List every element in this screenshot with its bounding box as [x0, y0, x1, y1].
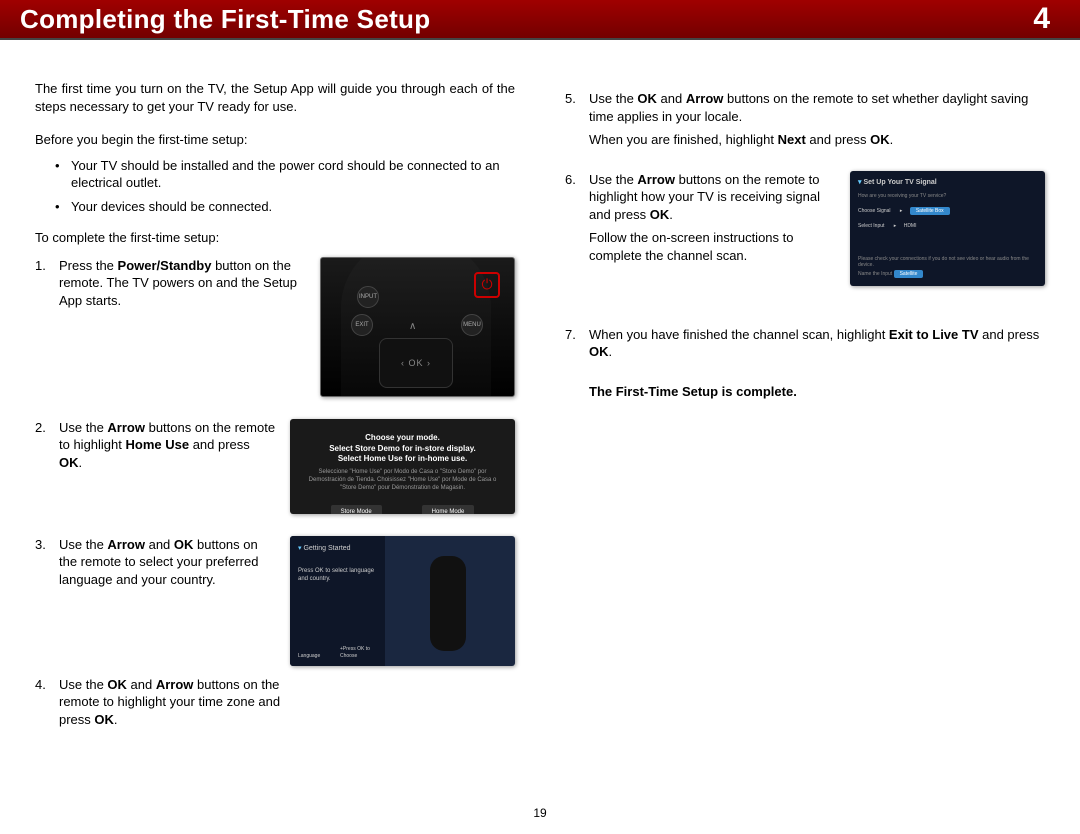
mode-subtext: Seleccione "Home Use" por Modo de Casa o…: [300, 469, 505, 492]
prerequisite-item: Your devices should be connected.: [55, 198, 515, 216]
step-number: 6.: [565, 171, 576, 189]
step-3: 3. Use the Arrow and OK buttons on the r…: [35, 536, 515, 666]
step-number: 4.: [35, 676, 46, 694]
figure-language: Getting Started Press OK to select langu…: [290, 536, 515, 666]
step-text: Use the Arrow and OK buttons on the remo…: [59, 536, 276, 589]
step-2: 2. Use the Arrow buttons on the remote t…: [35, 419, 515, 514]
mode-line: Select Home Use for in-home use.: [300, 454, 505, 465]
step-text: Press the Power/Standby button on the re…: [59, 257, 306, 310]
step-text: When you have finished the channel scan,…: [589, 326, 1045, 361]
press-ok-label: Press OK to select language and country.: [298, 567, 377, 583]
remote-exit-button: EXIT: [351, 314, 373, 336]
remote-input-button: INPUT: [357, 286, 379, 308]
step-text: Use the OK and Arrow buttons on the remo…: [59, 676, 309, 729]
prerequisite-list: Your TV should be installed and the powe…: [55, 157, 515, 216]
figure-remote: INPUT EXIT MENU ⏻ ∧: [320, 257, 515, 397]
setup-steps-left: 1. Press the Power/Standby button on the…: [35, 257, 515, 729]
right-column: 5. Use the OK and Arrow buttons on the r…: [565, 80, 1045, 750]
intro-paragraph: The first time you turn on the TV, the S…: [35, 80, 515, 115]
step-text: Use the OK and Arrow buttons on the remo…: [589, 90, 1045, 149]
signal-header: Set Up Your TV Signal: [858, 179, 1037, 187]
mode-line: Select Store Demo for in-store display.: [300, 444, 505, 455]
step-text: Use the Arrow buttons on the remote to h…: [589, 171, 836, 265]
step-5: 5. Use the OK and Arrow buttons on the r…: [565, 90, 1045, 149]
mode-line: Choose your mode.: [300, 433, 505, 444]
setup-steps-right: 5. Use the OK and Arrow buttons on the r…: [565, 90, 1045, 361]
language-label: Language: [298, 653, 320, 660]
step-number: 1.: [35, 257, 46, 275]
remote-menu-button: MENU: [461, 314, 483, 336]
home-mode-button: Home Mode: [422, 505, 475, 514]
page-header: Completing the First-Time Setup 4: [0, 0, 1080, 40]
press-ok-choose: +Press OK to Choose: [340, 646, 385, 660]
page-title: Completing the First-Time Setup: [20, 4, 430, 35]
step-text: Use the Arrow buttons on the remote to h…: [59, 419, 276, 472]
up-arrow-icon: ∧: [409, 320, 416, 334]
remote-dpad: [379, 338, 453, 388]
getting-started-label: Getting Started: [298, 544, 377, 553]
chapter-number: 4: [1033, 2, 1050, 36]
step-7: 7. When you have finished the channel sc…: [565, 326, 1045, 361]
step-number: 3.: [35, 536, 46, 554]
step-1: 1. Press the Power/Standby button on the…: [35, 257, 515, 397]
prerequisite-item: Your TV should be installed and the powe…: [55, 157, 515, 192]
store-mode-button: Store Mode: [331, 505, 382, 514]
remote-icon: [430, 556, 466, 651]
signal-question: How are you receiving your TV service?: [858, 193, 1037, 200]
left-column: The first time you turn on the TV, the S…: [35, 80, 515, 750]
completion-message: The First-Time Setup is complete.: [589, 383, 1045, 401]
step-4: 4. Use the OK and Arrow buttons on the r…: [35, 676, 515, 729]
to-complete-heading: To complete the first-time setup:: [35, 229, 515, 247]
step-number: 7.: [565, 326, 576, 344]
step-number: 5.: [565, 90, 576, 108]
step-number: 2.: [35, 419, 46, 437]
step-6: 6. Use the Arrow buttons on the remote t…: [565, 171, 1045, 286]
figure-tv-signal: Set Up Your TV Signal How are you receiv…: [850, 171, 1045, 286]
page-content: The first time you turn on the TV, the S…: [0, 40, 1080, 750]
before-heading: Before you begin the first-time setup:: [35, 131, 515, 149]
page-number: 19: [0, 806, 1080, 820]
power-icon: ⏻: [474, 272, 500, 298]
figure-choose-mode: Choose your mode. Select Store Demo for …: [290, 419, 515, 514]
